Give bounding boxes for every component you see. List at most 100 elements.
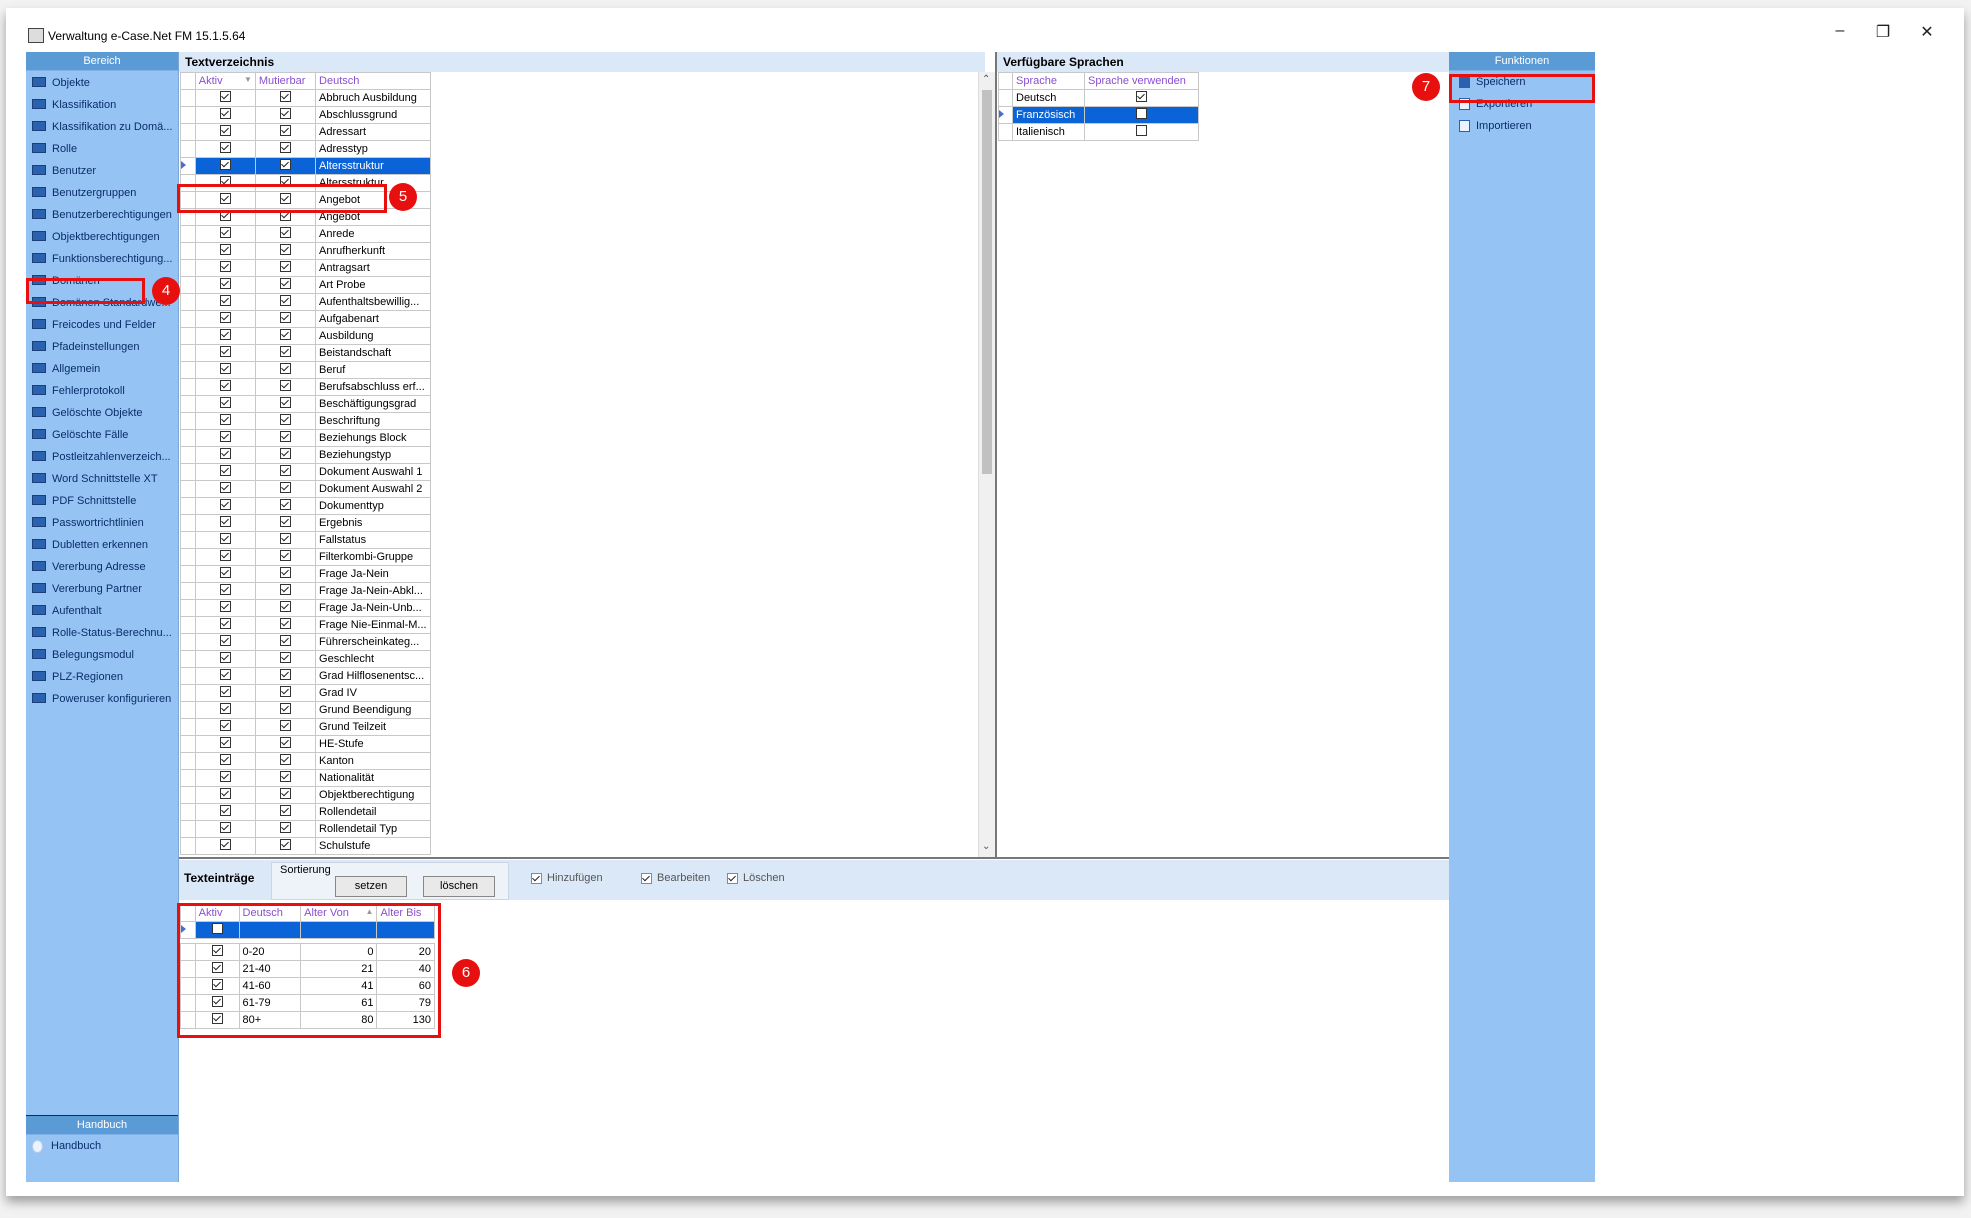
row-header[interactable] bbox=[180, 565, 196, 583]
nav-item[interactable]: Aufenthalt bbox=[26, 600, 178, 622]
row-header[interactable] bbox=[180, 548, 196, 566]
deutsch-cell[interactable]: Aufgabenart bbox=[315, 310, 431, 328]
mutierbar-cell[interactable] bbox=[254, 548, 317, 566]
mutierbar-checkbox[interactable] bbox=[279, 329, 291, 340]
scroll-up-icon[interactable]: ⌃ bbox=[982, 74, 990, 85]
sprache-verwenden-cell[interactable] bbox=[1084, 106, 1199, 124]
row-header[interactable] bbox=[180, 786, 196, 804]
row-header[interactable] bbox=[180, 378, 196, 396]
mutierbar-cell[interactable] bbox=[254, 769, 317, 787]
deutsch-cell[interactable]: Schulstufe bbox=[315, 837, 431, 855]
row-header[interactable] bbox=[180, 667, 196, 685]
mutierbar-checkbox[interactable] bbox=[279, 703, 291, 714]
nav-item[interactable]: Objektberechtigungen bbox=[26, 226, 178, 248]
aktiv-checkbox[interactable] bbox=[219, 686, 231, 697]
row-header[interactable] bbox=[180, 701, 196, 719]
deutsch-cell[interactable]: Frage Ja-Nein bbox=[315, 565, 431, 583]
aktiv-cell[interactable] bbox=[194, 361, 256, 379]
mutierbar-cell[interactable] bbox=[254, 531, 317, 549]
mutierbar-cell[interactable] bbox=[254, 106, 317, 124]
handbuch-item[interactable]: Handbuch bbox=[26, 1136, 184, 1156]
deutsch-cell[interactable]: Beruf bbox=[315, 361, 431, 379]
aktiv-cell[interactable] bbox=[194, 667, 256, 685]
row-header[interactable] bbox=[180, 463, 196, 481]
row-header[interactable] bbox=[180, 514, 196, 532]
aktiv-cell[interactable] bbox=[194, 463, 256, 481]
aktiv-checkbox[interactable] bbox=[219, 737, 231, 748]
hinzufuegen-checkbox[interactable] bbox=[531, 872, 542, 884]
deutsch-cell[interactable]: Rollendetail Typ bbox=[315, 820, 431, 838]
mutierbar-checkbox[interactable] bbox=[279, 431, 291, 442]
nav-item[interactable]: PLZ-Regionen bbox=[26, 666, 178, 688]
row-header[interactable] bbox=[180, 327, 196, 345]
deutsch-cell[interactable]: Dokument Auswahl 2 bbox=[315, 480, 431, 498]
aktiv-checkbox[interactable] bbox=[219, 771, 231, 782]
row-header[interactable] bbox=[180, 344, 196, 362]
mutierbar-checkbox[interactable] bbox=[279, 278, 291, 289]
aktiv-checkbox[interactable] bbox=[219, 567, 231, 578]
table-row[interactable]: Dokument Auswahl 2 bbox=[180, 480, 431, 498]
setzen-button[interactable]: setzen bbox=[335, 876, 407, 897]
mutierbar-cell[interactable] bbox=[254, 497, 317, 515]
row-header[interactable] bbox=[180, 718, 196, 736]
bearbeiten-checkbox[interactable] bbox=[641, 872, 652, 884]
aktiv-cell[interactable] bbox=[194, 565, 256, 583]
aktiv-checkbox[interactable] bbox=[219, 618, 231, 629]
row-header[interactable] bbox=[180, 582, 196, 600]
mutierbar-cell[interactable] bbox=[254, 446, 317, 464]
deutsch-cell[interactable]: Anrede bbox=[315, 225, 431, 243]
table-row[interactable]: Rollendetail bbox=[180, 803, 431, 821]
deutsch-cell[interactable]: Objektberechtigung bbox=[315, 786, 431, 804]
loeschen-sort-button[interactable]: löschen bbox=[423, 876, 495, 897]
mutierbar-cell[interactable] bbox=[254, 157, 317, 175]
row-header[interactable] bbox=[180, 735, 196, 753]
row-header[interactable] bbox=[180, 803, 196, 821]
deutsch-cell[interactable]: Ergebnis bbox=[315, 514, 431, 532]
deutsch-cell[interactable]: Altersstruktur bbox=[315, 157, 431, 175]
aktiv-cell[interactable] bbox=[194, 293, 256, 311]
col-deutsch[interactable]: Deutsch bbox=[315, 72, 431, 90]
table-row[interactable]: Beziehungs Block bbox=[180, 429, 431, 447]
aktiv-cell[interactable] bbox=[194, 599, 256, 617]
aktiv-cell[interactable] bbox=[194, 480, 256, 498]
table-row[interactable]: Art Probe bbox=[180, 276, 431, 294]
aktiv-cell[interactable] bbox=[194, 582, 256, 600]
aktiv-cell[interactable] bbox=[194, 701, 256, 719]
deutsch-cell[interactable]: Führerscheinkateg... bbox=[315, 633, 431, 651]
row-header[interactable] bbox=[180, 497, 196, 515]
deutsch-cell[interactable]: Rollendetail bbox=[315, 803, 431, 821]
nav-item[interactable]: PDF Schnittstelle bbox=[26, 490, 178, 512]
mutierbar-checkbox[interactable] bbox=[279, 363, 291, 374]
table-row[interactable]: Adresstyp bbox=[180, 140, 431, 158]
table-row[interactable]: Frage Nie-Einmal-M... bbox=[180, 616, 431, 634]
deutsch-cell[interactable]: Beschäftigungsgrad bbox=[315, 395, 431, 413]
mutierbar-cell[interactable] bbox=[254, 837, 317, 855]
mutierbar-checkbox[interactable] bbox=[279, 312, 291, 323]
mutierbar-cell[interactable] bbox=[254, 514, 317, 532]
row-header[interactable] bbox=[180, 446, 196, 464]
aktiv-cell[interactable] bbox=[194, 735, 256, 753]
row-header[interactable] bbox=[180, 650, 196, 668]
row-header[interactable] bbox=[180, 633, 196, 651]
restore-button[interactable]: ❐ bbox=[1868, 22, 1898, 42]
mutierbar-cell[interactable] bbox=[254, 616, 317, 634]
table-row[interactable]: HE-Stufe bbox=[180, 735, 431, 753]
close-button[interactable]: ✕ bbox=[1912, 22, 1942, 42]
nav-item[interactable]: Poweruser konfigurieren bbox=[26, 688, 178, 710]
deutsch-cell[interactable]: Fallstatus bbox=[315, 531, 431, 549]
mutierbar-cell[interactable] bbox=[254, 429, 317, 447]
aktiv-cell[interactable] bbox=[194, 327, 256, 345]
table-row[interactable]: Geschlecht bbox=[180, 650, 431, 668]
horizontal-splitter[interactable] bbox=[179, 857, 1449, 859]
table-row[interactable]: Filterkombi-Gruppe bbox=[180, 548, 431, 566]
aktiv-checkbox[interactable] bbox=[219, 499, 231, 510]
table-row[interactable]: Beistandschaft bbox=[180, 344, 431, 362]
mutierbar-cell[interactable] bbox=[254, 378, 317, 396]
nav-item[interactable]: Passwortrichtlinien bbox=[26, 512, 178, 534]
aktiv-cell[interactable] bbox=[194, 225, 256, 243]
mutierbar-checkbox[interactable] bbox=[279, 584, 291, 595]
mutierbar-checkbox[interactable] bbox=[279, 652, 291, 663]
aktiv-cell[interactable] bbox=[194, 89, 256, 107]
mutierbar-checkbox[interactable] bbox=[279, 414, 291, 425]
deutsch-cell[interactable]: Filterkombi-Gruppe bbox=[315, 548, 431, 566]
